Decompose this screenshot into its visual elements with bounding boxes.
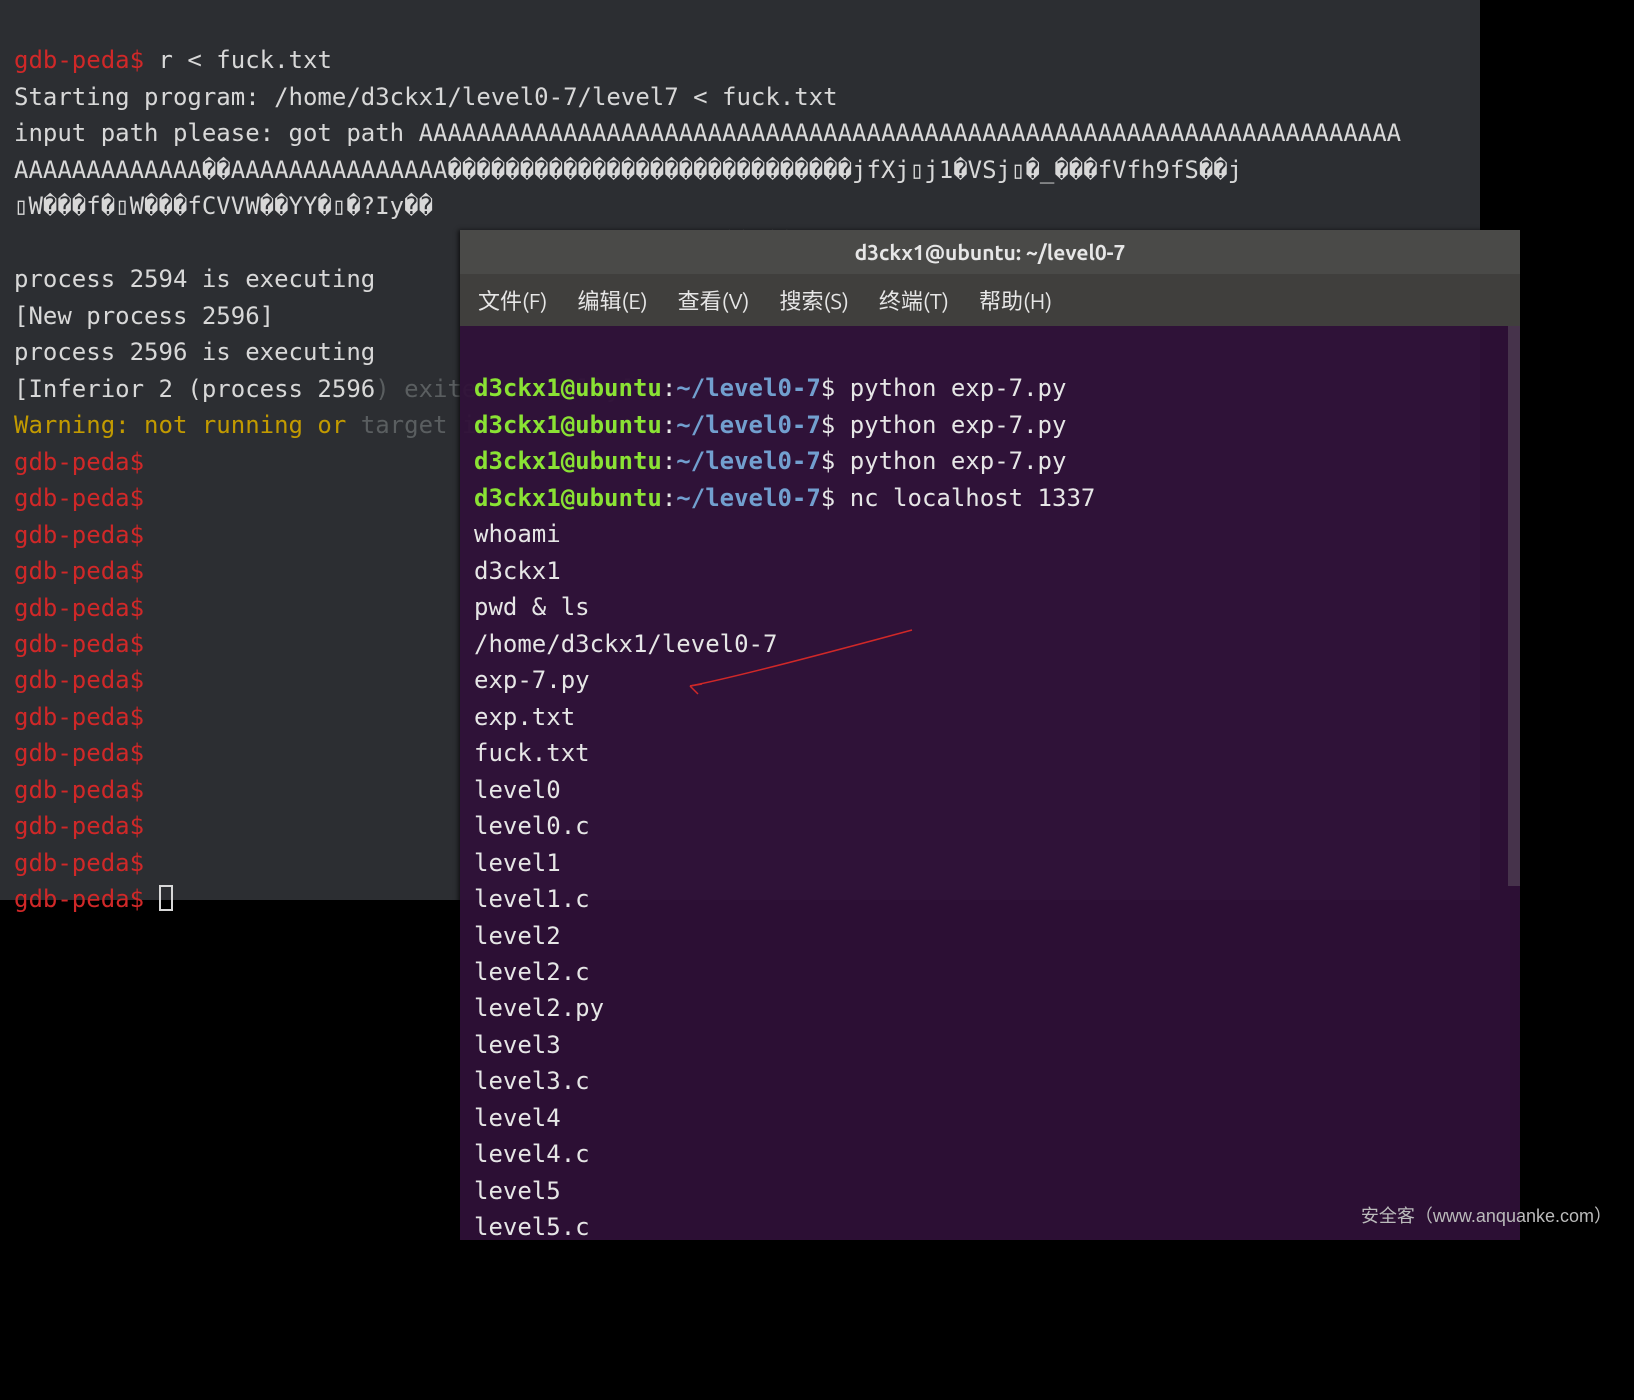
menu-file[interactable]: 文件(F) — [478, 284, 547, 316]
shell-output-line: exp.txt — [474, 703, 575, 731]
shell-output-line: level3.c — [474, 1067, 590, 1095]
prompt-user: d3ckx1@ubuntu — [474, 484, 662, 512]
gdb-prompt: gdb-peda$ — [14, 46, 144, 74]
shell-output-line: level1.c — [474, 885, 590, 913]
menu-view[interactable]: 查看(V) — [678, 284, 750, 316]
gdb-prompt: gdb-peda$ — [14, 739, 144, 767]
shell-output-line: level1 — [474, 849, 561, 877]
shell-output-line: level2.c — [474, 958, 590, 986]
cursor-icon — [159, 885, 173, 911]
prompt-path: ~/level0-7 — [676, 484, 821, 512]
gdb-prompt: gdb-peda$ — [14, 557, 144, 585]
shell-output-line: level5.c — [474, 1213, 590, 1241]
menu-terminal[interactable]: 终端(T) — [879, 284, 949, 316]
shell-command: python exp-7.py — [850, 447, 1067, 475]
menu-bar: 文件(F) 编辑(E) 查看(V) 搜索(S) 终端(T) 帮助(H) — [460, 274, 1520, 326]
gdb-output-line: input path please: got path AAAAAAAAAAAA… — [14, 119, 1401, 147]
menu-search[interactable]: 搜索(S) — [779, 284, 848, 316]
watermark-text: 安全客（www.anquanke.com） — [1361, 1202, 1612, 1228]
shell-output-line: /home/d3ckx1/level0-7 — [474, 630, 777, 658]
gdb-prompt: gdb-peda$ — [14, 812, 144, 840]
terminal-body[interactable]: d3ckx1@ubuntu:~/level0-7$ python exp-7.p… — [460, 326, 1520, 1400]
gdb-prompt: gdb-peda$ — [14, 885, 144, 913]
shell-command: python exp-7.py — [850, 411, 1067, 439]
shell-output-line: exp-7.py — [474, 666, 590, 694]
shell-output-line: d3ckx1 — [474, 557, 561, 585]
ubuntu-terminal-window[interactable]: d3ckx1@ubuntu: ~/level0-7 文件(F) 编辑(E) 查看… — [460, 230, 1520, 1240]
shell-output-line: level0 — [474, 776, 561, 804]
gdb-prompt: gdb-peda$ — [14, 484, 144, 512]
gdb-output-line: AAAAAAAAAAAAA��AAAAAAAAAAAAAAA����������… — [14, 156, 1242, 184]
gdb-prompt: gdb-peda$ — [14, 703, 144, 731]
gdb-prompt: gdb-peda$ — [14, 521, 144, 549]
gdb-prompt: gdb-peda$ — [14, 594, 144, 622]
shell-output-line: level0.c — [474, 812, 590, 840]
menu-edit[interactable]: 编辑(E) — [577, 284, 647, 316]
gdb-output-line: Starting program: /home/d3ckx1/level0-7/… — [14, 83, 838, 111]
shell-command: python exp-7.py — [850, 374, 1067, 402]
gdb-prompt: gdb-peda$ — [14, 776, 144, 804]
prompt-user: d3ckx1@ubuntu — [474, 374, 662, 402]
gdb-output-line: [New process 2596] — [14, 302, 274, 330]
shell-output-line: level4.c — [474, 1140, 590, 1168]
window-title: d3ckx1@ubuntu: ~/level0-7 — [460, 230, 1520, 274]
shell-output-line: whoami — [474, 520, 561, 548]
gdb-prompt: gdb-peda$ — [14, 630, 144, 658]
gdb-command: r < fuck.txt — [159, 46, 332, 74]
gdb-output-line: process 2596 is executing — [14, 338, 375, 366]
prompt-user: d3ckx1@ubuntu — [474, 411, 662, 439]
shell-output-line: pwd & ls — [474, 593, 590, 621]
gdb-prompt: gdb-peda$ — [14, 448, 144, 476]
gdb-prompt: gdb-peda$ — [14, 666, 144, 694]
prompt-path: ~/level0-7 — [676, 411, 821, 439]
shell-command: nc localhost 1337 — [850, 484, 1096, 512]
scrollbar[interactable] — [1508, 326, 1520, 886]
shell-output-line: level2.py — [474, 994, 604, 1022]
gdb-prompt: gdb-peda$ — [14, 849, 144, 877]
menu-help[interactable]: 帮助(H) — [979, 284, 1052, 316]
shell-output-line: level3 — [474, 1031, 561, 1059]
prompt-user: d3ckx1@ubuntu — [474, 447, 662, 475]
gdb-output-line: process 2594 is executing — [14, 265, 375, 293]
prompt-path: ~/level0-7 — [676, 374, 821, 402]
shell-output-line: fuck.txt — [474, 739, 590, 767]
shell-output-line: level5 — [474, 1177, 561, 1205]
gdb-output-line: ▯W���f�▯W���fCVVW��YY�▯�?Iy�� — [14, 192, 433, 220]
shell-output-line: level2 — [474, 922, 561, 950]
prompt-path: ~/level0-7 — [676, 447, 821, 475]
shell-output-line: level4 — [474, 1104, 561, 1132]
